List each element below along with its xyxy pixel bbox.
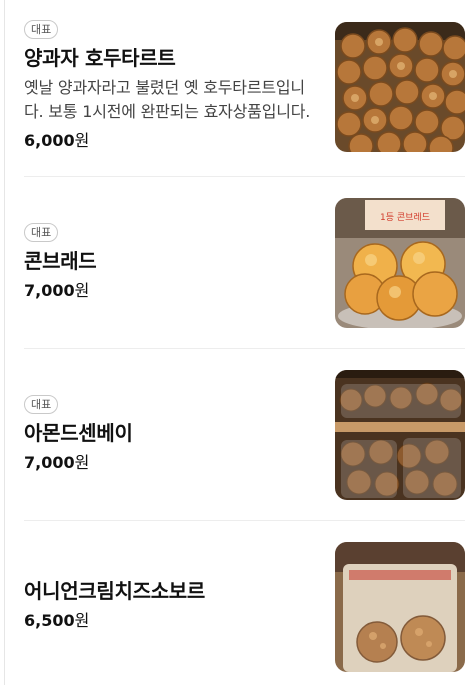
almond-senbei-image xyxy=(335,370,465,500)
price-value: 7,000 xyxy=(24,453,75,472)
price-value: 6,000 xyxy=(24,131,75,150)
menu-item-photo[interactable] xyxy=(335,370,465,500)
onion-cream-cheese-soboro-image xyxy=(335,542,465,672)
menu-item-info: 어니언크림치즈소보르 6,500원 xyxy=(24,578,320,632)
menu-item[interactable]: 대표 양과자 호두타르트 옛날 양과자라고 불렸던 옛 호두타르트입니다. 보통… xyxy=(24,0,465,177)
menu-item-price: 6,500원 xyxy=(24,610,320,632)
menu-item-photo[interactable] xyxy=(335,22,465,152)
menu-item-info: 대표 콘브래드 7,000원 xyxy=(24,221,320,302)
left-border xyxy=(4,0,5,685)
price-currency: 원 xyxy=(74,453,90,472)
menu-item-price: 6,000원 xyxy=(24,130,320,152)
signature-badge: 대표 xyxy=(24,20,59,39)
menu-item-description: 옛날 양과자라고 불렸던 옛 호두타르트입니다. 보통 1시전에 완판되는 효자… xyxy=(24,78,311,121)
menu-item-photo[interactable]: 1등 콘브레드 xyxy=(335,198,465,328)
menu-item-price: 7,000원 xyxy=(24,280,320,302)
menu-item[interactable]: 어니언크림치즈소보르 6,500원 xyxy=(24,521,465,688)
price-currency: 원 xyxy=(74,131,90,150)
menu-item-name: 콘브래드 xyxy=(24,249,97,273)
menu-list: 대표 양과자 호두타르트 옛날 양과자라고 불렸던 옛 호두타르트입니다. 보통… xyxy=(24,0,465,688)
walnut-tart-image xyxy=(335,22,465,152)
menu-item-price: 7,000원 xyxy=(24,452,320,474)
menu-item[interactable]: 대표 아몬드센베이 7,000원 xyxy=(24,349,465,521)
photo-sign-text: 1등 콘브레드 xyxy=(380,212,430,223)
menu-item-info: 대표 아몬드센베이 7,000원 xyxy=(24,393,320,474)
price-currency: 원 xyxy=(74,281,90,300)
menu-item-name: 어니언크림치즈소보르 xyxy=(24,579,205,603)
menu-item-name: 아몬드센베이 xyxy=(24,421,133,445)
price-currency: 원 xyxy=(74,611,90,630)
menu-item[interactable]: 대표 콘브래드 7,000원 1등 콘브레드 xyxy=(24,177,465,349)
price-value: 6,500 xyxy=(24,611,75,630)
price-value: 7,000 xyxy=(24,281,75,300)
signature-badge: 대표 xyxy=(24,223,59,242)
menu-item-photo[interactable] xyxy=(335,542,465,672)
signature-badge: 대표 xyxy=(24,395,59,414)
menu-item-info: 대표 양과자 호두타르트 옛날 양과자라고 불렸던 옛 호두타르트입니다. 보통… xyxy=(24,18,320,152)
corn-bread-image: 1등 콘브레드 xyxy=(335,198,465,328)
menu-item-name: 양과자 호두타르트 xyxy=(24,46,176,70)
